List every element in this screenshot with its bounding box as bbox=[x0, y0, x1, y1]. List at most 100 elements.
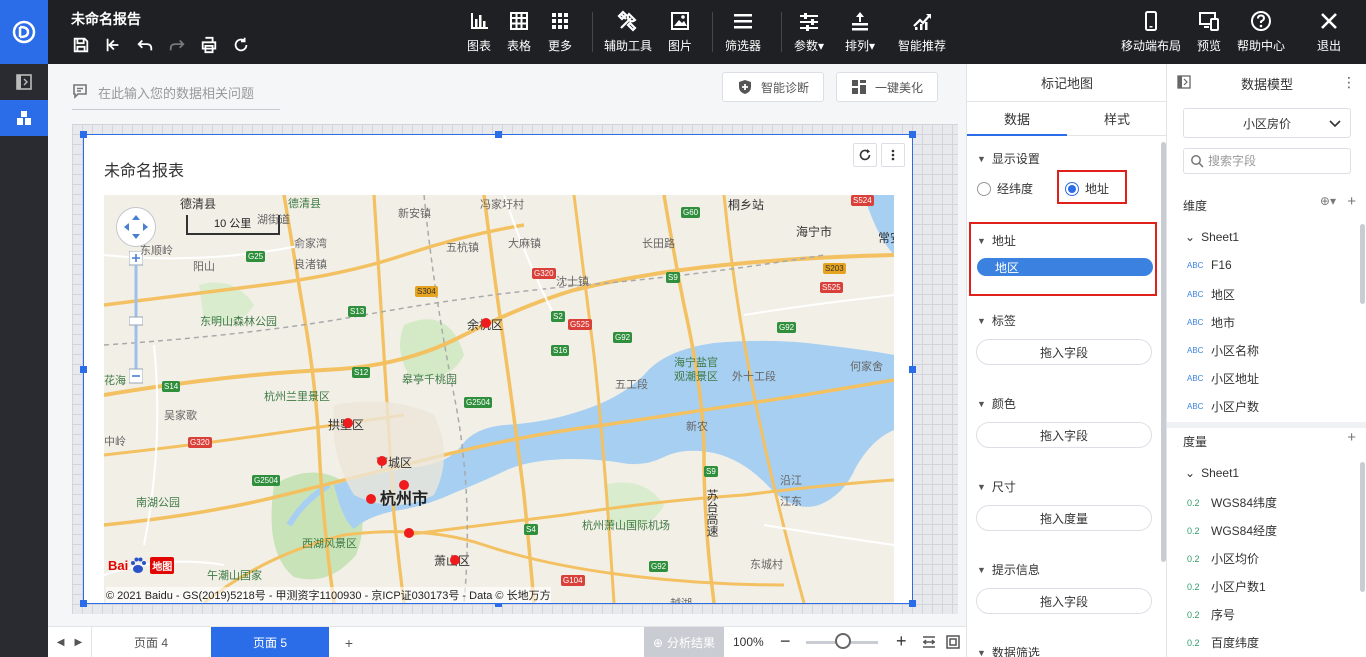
dimension-sheet[interactable]: ⌄ Sheet1 bbox=[1185, 230, 1239, 244]
next-page-icon[interactable]: ▶ bbox=[75, 637, 83, 648]
tab-data[interactable]: 数据 bbox=[967, 102, 1067, 136]
resize-handle[interactable] bbox=[495, 131, 502, 138]
dimension-field[interactable]: ABC 地市 bbox=[1187, 314, 1235, 331]
map-marker[interactable] bbox=[399, 480, 409, 490]
map-card[interactable]: 未命名报表 10 公里 G25 G60 S524 G320 S9 S203 S5… bbox=[80, 131, 916, 607]
zoom-out-button[interactable]: − bbox=[780, 631, 791, 652]
dimension-field[interactable]: ABC 地区 bbox=[1187, 286, 1235, 303]
aux-tools-button[interactable]: 辅助工具 bbox=[604, 10, 652, 54]
smart-diagnose-button[interactable]: 智能诊断 bbox=[722, 72, 825, 102]
panel-toggle-button[interactable] bbox=[0, 64, 48, 100]
label-drop-zone[interactable]: 拖入字段 bbox=[976, 339, 1152, 365]
fit-width-icon[interactable] bbox=[921, 634, 937, 650]
resize-handle[interactable] bbox=[909, 366, 916, 373]
measure-field[interactable]: 0.2 WGS84经度 bbox=[1187, 522, 1277, 539]
measure-field[interactable]: 0.2 小区户数1 bbox=[1187, 578, 1266, 595]
exit-button[interactable]: 退出 bbox=[1317, 10, 1341, 54]
analysis-result-button[interactable]: ⊕ 分析结果 bbox=[644, 627, 724, 657]
component-tree-button[interactable] bbox=[0, 100, 48, 136]
mobile-layout-button[interactable]: 移动端布局 bbox=[1121, 10, 1181, 54]
radio-address[interactable]: 地址 bbox=[1065, 180, 1109, 197]
map-marker[interactable] bbox=[366, 494, 376, 504]
filter-button[interactable]: 筛选器 bbox=[725, 10, 761, 54]
sort-button[interactable]: 排列▾ bbox=[845, 10, 875, 54]
page-tab-4[interactable]: 页面 4 bbox=[92, 627, 210, 657]
tooltip-drop-zone[interactable]: 拖入字段 bbox=[976, 588, 1152, 614]
map-marker[interactable] bbox=[404, 528, 414, 538]
map-marker[interactable] bbox=[481, 318, 491, 328]
resize-handle[interactable] bbox=[909, 600, 916, 607]
dimension-field[interactable]: ABC 小区名称 bbox=[1187, 342, 1259, 359]
collapse-panel-icon[interactable] bbox=[1177, 75, 1191, 89]
smart-recommend-button[interactable]: 智能推荐 bbox=[898, 10, 946, 54]
chart-button[interactable]: 图表 bbox=[467, 10, 491, 54]
address-section[interactable]: ▼ 地址 bbox=[977, 232, 1016, 249]
print-icon[interactable] bbox=[198, 34, 220, 56]
table-button[interactable]: 表格 bbox=[507, 10, 531, 54]
resize-handle[interactable] bbox=[80, 600, 87, 607]
resize-handle[interactable] bbox=[909, 131, 916, 138]
color-drop-zone[interactable]: 拖入字段 bbox=[976, 422, 1152, 448]
back-first-icon[interactable] bbox=[102, 34, 124, 56]
resize-handle[interactable] bbox=[80, 366, 87, 373]
dimension-scrollbar[interactable] bbox=[1360, 224, 1365, 304]
add-measure-button[interactable]: + bbox=[1347, 429, 1356, 446]
place-label: 桐乡站 bbox=[728, 198, 765, 212]
save-icon[interactable] bbox=[70, 34, 92, 56]
measure-field[interactable]: 0.2 小区均价 bbox=[1187, 550, 1259, 567]
field-search[interactable] bbox=[1183, 148, 1351, 174]
size-drop-zone[interactable]: 拖入度量 bbox=[976, 505, 1152, 531]
page-nav-arrows[interactable]: ◀ ▶ bbox=[48, 627, 92, 657]
card-title[interactable]: 未命名报表 bbox=[104, 157, 184, 181]
measure-sheet[interactable]: ⌄ Sheet1 bbox=[1185, 466, 1239, 480]
display-settings-section[interactable]: ▼ 显示设置 bbox=[977, 150, 1040, 167]
measure-field[interactable]: 0.2 百度纬度 bbox=[1187, 634, 1259, 651]
address-field-chip[interactable]: 地区 bbox=[977, 258, 1153, 276]
help-center-button[interactable]: 帮助中心 bbox=[1237, 10, 1285, 54]
measure-field[interactable]: 0.2 序号 bbox=[1187, 606, 1235, 623]
resize-handle[interactable] bbox=[80, 131, 87, 138]
picture-button[interactable]: 图片 bbox=[668, 10, 692, 54]
marker-map[interactable]: 10 公里 G25 G60 S524 G320 S9 S203 S525 S30… bbox=[104, 195, 894, 603]
measure-scrollbar[interactable] bbox=[1360, 462, 1365, 592]
undo-icon[interactable] bbox=[134, 34, 156, 56]
redo-icon[interactable] bbox=[166, 34, 188, 56]
data-filter-section[interactable]: ▼ 数据筛选 bbox=[977, 644, 1040, 657]
map-zoom-slider[interactable] bbox=[128, 250, 144, 391]
params-button[interactable]: 参数▾ bbox=[794, 10, 824, 54]
dimension-field[interactable]: ABC F16 bbox=[1187, 258, 1232, 272]
color-section[interactable]: ▼ 颜色 bbox=[977, 395, 1016, 412]
page-tab-5[interactable]: 页面 5 bbox=[211, 627, 329, 657]
label-section[interactable]: ▼ 标签 bbox=[977, 312, 1016, 329]
map-pan-control[interactable] bbox=[116, 207, 156, 247]
more-vertical-icon[interactable]: ⋮ bbox=[1342, 74, 1356, 91]
preview-button[interactable]: 预览 bbox=[1197, 10, 1221, 54]
map-marker[interactable] bbox=[450, 555, 460, 565]
more-button[interactable]: 更多 bbox=[548, 10, 572, 54]
tooltip-section[interactable]: ▼ 提示信息 bbox=[977, 561, 1040, 578]
zoom-knob[interactable] bbox=[835, 633, 851, 649]
tab-style[interactable]: 样式 bbox=[1067, 102, 1167, 135]
card-refresh-button[interactable] bbox=[853, 143, 877, 167]
map-marker[interactable] bbox=[377, 456, 387, 466]
add-dimension-button[interactable]: + bbox=[1347, 193, 1356, 210]
report-title[interactable]: 未命名报告 bbox=[71, 9, 141, 29]
size-section[interactable]: ▼ 尺寸 bbox=[977, 478, 1016, 495]
dimension-field[interactable]: ABC 小区地址 bbox=[1187, 370, 1259, 387]
measure-field[interactable]: 0.2 WGS84纬度 bbox=[1187, 494, 1277, 511]
add-page-button[interactable]: + bbox=[329, 627, 369, 657]
prev-page-icon[interactable]: ◀ bbox=[57, 637, 65, 648]
fit-screen-icon[interactable] bbox=[945, 634, 961, 650]
map-marker[interactable] bbox=[343, 418, 353, 428]
field-search-input[interactable] bbox=[1208, 154, 1348, 168]
refresh-icon[interactable] bbox=[230, 34, 252, 56]
app-logo-icon[interactable] bbox=[0, 0, 48, 64]
radio-latlng[interactable]: 经纬度 bbox=[977, 180, 1033, 197]
card-more-button[interactable] bbox=[881, 143, 905, 167]
globe-icon[interactable]: ⊕▾ bbox=[1320, 194, 1336, 208]
zoom-in-button[interactable]: + bbox=[896, 631, 907, 652]
one-click-beautify-button[interactable]: 一键美化 bbox=[836, 72, 939, 102]
dimension-field[interactable]: ABC 小区户数 bbox=[1187, 398, 1259, 415]
dataset-select[interactable]: 小区房价 bbox=[1183, 108, 1351, 138]
question-input[interactable]: 在此输入您的数据相关问题 bbox=[72, 76, 280, 110]
